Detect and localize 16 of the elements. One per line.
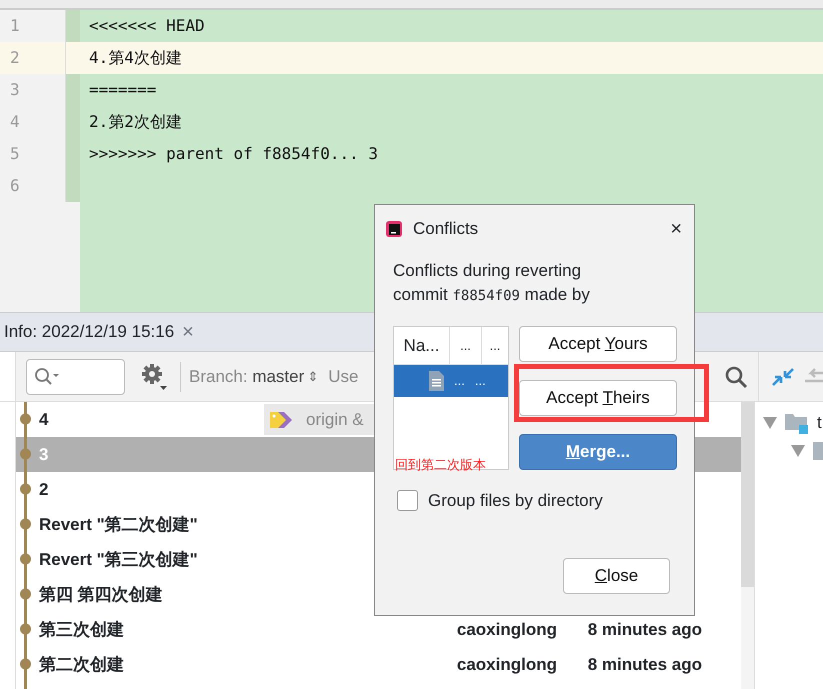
annotation-text: 回到第二次版本	[395, 456, 486, 474]
table-cell-text: ...	[454, 372, 465, 390]
commit-time: 8 minutes ago	[588, 654, 702, 676]
dialog-message: Conflicts during reverting commit f8854f09 made by	[392, 260, 591, 306]
commit-author: caoxinglong	[456, 654, 558, 676]
commit-time: 8 minutes ago	[588, 618, 702, 641]
code-line: =======	[89, 80, 156, 99]
dialog-title: Conflicts	[413, 218, 478, 240]
code-line: >>>>>>> parent of f8854f0... 3	[89, 144, 378, 163]
code-line: 4.第4次创建	[89, 48, 182, 67]
table-cell-text: ...	[474, 372, 486, 390]
code-line: <<<<<<< HEAD	[89, 16, 205, 35]
code-line: 2.第2次创建	[89, 112, 182, 131]
line-number: 2	[0, 42, 66, 74]
checkbox-label: Group files by directory	[428, 490, 603, 512]
commit-author: caoxinglong	[456, 618, 558, 641]
